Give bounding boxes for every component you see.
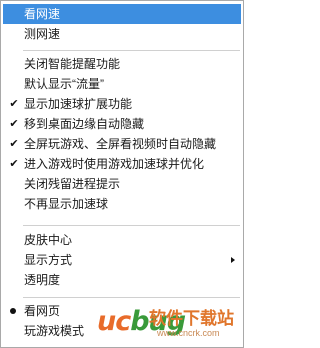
menu-item-label: 显示方式 — [24, 253, 73, 267]
menu-item-label: 显示加速球扩展功能 — [24, 97, 133, 111]
menu-separator — [23, 50, 240, 51]
menu-item-label: 皮肤中心 — [24, 233, 73, 247]
menu-item-label: 玩游戏模式 — [24, 324, 85, 338]
menu-item-opacity[interactable]: 透明度 — [3, 270, 241, 290]
menu-item-smart-reminder[interactable]: 关闭智能提醒功能 — [3, 54, 241, 74]
menu-item-game-ball[interactable]: ✔ 进入游戏时使用游戏加速球并优化 — [3, 154, 241, 174]
menu-item-label: 全屏玩游戏、全屏看视频时自动隐藏 — [24, 137, 217, 151]
checkmark-icon: ✔ — [9, 158, 19, 170]
menu-item-label: 透明度 — [24, 273, 61, 287]
menu-item-default-traffic[interactable]: 默认显示“流量” — [3, 74, 241, 94]
menu-item-label: 进入游戏时使用游戏加速球并优化 — [24, 157, 205, 171]
watermark-text: 软件下载站 — [149, 309, 234, 328]
menu-item-display-mode[interactable]: 显示方式 — [3, 250, 241, 270]
checkmark-icon: ✔ — [9, 118, 19, 130]
submenu-arrow-icon — [231, 257, 235, 263]
menu-item-label: 关闭残留进程提示 — [24, 177, 121, 191]
menu-item-label: 看网页 — [24, 304, 61, 318]
menu-separator — [23, 225, 240, 226]
menu-item-show-extension[interactable]: ✔ 显示加速球扩展功能 — [3, 94, 241, 114]
menu-item-fullscreen-autohide[interactable]: ✔ 全屏玩游戏、全屏看视频时自动隐藏 — [3, 134, 241, 154]
menu-item-label: 测网速 — [24, 27, 61, 41]
menu-item-label: 关闭智能提醒功能 — [24, 57, 121, 71]
checkmark-icon: ✔ — [9, 98, 19, 110]
menu-item-label: 看网速 — [24, 7, 61, 21]
menu-item-hide-ball[interactable]: 不再显示加速球 — [3, 194, 241, 214]
menu-separator — [23, 297, 240, 298]
checkmark-icon: ✔ — [9, 138, 19, 150]
menu-item-label: 默认显示“流量” — [24, 77, 104, 91]
menu-item-skin-center[interactable]: 皮肤中心 — [3, 230, 241, 250]
radio-dot-icon — [10, 308, 16, 314]
context-menu: 看网速 测网速 关闭智能提醒功能 默认显示“流量” ✔ 显示加速球扩展功能 ✔ … — [0, 0, 244, 348]
menu-item-edge-autohide[interactable]: ✔ 移到桌面边缘自动隐藏 — [3, 114, 241, 134]
menu-item-view-speed[interactable]: 看网速 — [3, 4, 241, 24]
site-watermark: ucbug 软件下载站 www.cncrk.com — [97, 305, 237, 339]
menu-item-label: 移到桌面边缘自动隐藏 — [24, 117, 145, 131]
menu-item-test-speed[interactable]: 测网速 — [3, 24, 241, 44]
menu-item-residual-process[interactable]: 关闭残留进程提示 — [3, 174, 241, 194]
menu-item-label: 不再显示加速球 — [24, 197, 109, 211]
watermark-url: www.cncrk.com — [157, 328, 220, 338]
